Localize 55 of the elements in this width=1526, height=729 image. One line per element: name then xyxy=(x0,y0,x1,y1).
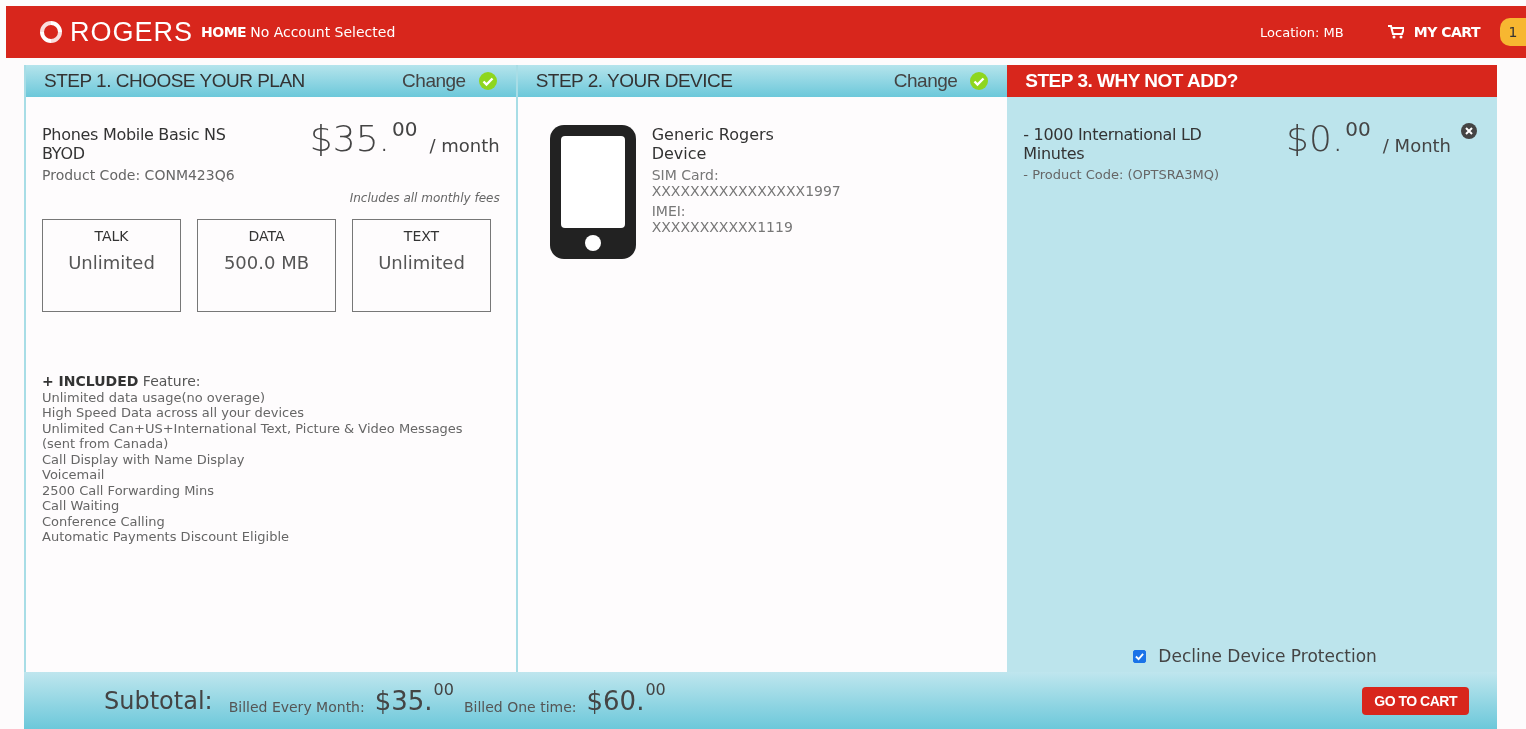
fees-note: Includes all monthly fees xyxy=(349,191,500,205)
allowance-value: Unlimited xyxy=(378,252,465,273)
price: $0. xyxy=(1286,121,1344,157)
location: Location: MB xyxy=(1260,24,1344,40)
plan-name: Phones Mobile Basic NS BYOD xyxy=(42,125,227,163)
one-time-price: $60.$^{00}$ xyxy=(586,685,666,716)
step-title: STEP 3. WHY NOT ADD? xyxy=(1025,70,1239,92)
logo-icon xyxy=(38,19,64,45)
change-link[interactable]: Change xyxy=(893,70,958,92)
feature-item: Call Waiting xyxy=(42,498,121,514)
phone-icon xyxy=(549,125,636,259)
subtotal-label: Subtotal: xyxy=(104,686,213,715)
logo-text: ROGERS xyxy=(70,16,194,48)
allowance-label: TALK xyxy=(94,228,129,244)
account-status: No Account Selected xyxy=(250,24,396,40)
imei-number: XXXXXXXXXXX1119 xyxy=(651,219,794,235)
device-name: Generic Rogers Device xyxy=(651,125,775,163)
price-period: / Month xyxy=(1382,135,1451,156)
price-cents: 00 xyxy=(392,117,418,141)
feature-item: Unlimited data usage(no overage) xyxy=(42,389,267,405)
price: $35. xyxy=(309,121,390,157)
feature-item: 2500 Call Forwarding Mins xyxy=(42,482,215,498)
cart-count-badge: 1 xyxy=(1500,18,1526,46)
price-period: / month xyxy=(429,135,500,156)
imei-label: IMEI: xyxy=(651,203,687,219)
allowance-value: Unlimited xyxy=(68,252,155,273)
step-title: STEP 1. CHOOSE YOUR PLAN xyxy=(44,70,306,92)
allowance-label: TEXT xyxy=(403,228,440,244)
step-title: STEP 2. YOUR DEVICE xyxy=(535,70,734,92)
feature-item: High Speed Data across all your devices xyxy=(42,405,306,421)
one-time-label: Billed One time: xyxy=(463,698,577,715)
cart-link[interactable]: MY CART xyxy=(1387,24,1480,40)
home-link[interactable]: HOME xyxy=(201,24,247,40)
feature-item: Unlimited Can+US+International Text, Picture & Video Messages (sent from Canada) xyxy=(42,420,464,452)
allowance-value: 500.0 MB xyxy=(223,252,310,273)
product-code: Product Code: CONM423Q6 xyxy=(42,167,236,183)
features-title: + INCLUDED Feature: xyxy=(42,374,202,390)
monthly-price: $35.$^{00}$ xyxy=(374,685,454,716)
feature-item: Conference Calling xyxy=(42,513,166,529)
feature-item: Automatic Payments Discount Eligible xyxy=(42,529,290,545)
price-cents: 00 xyxy=(1345,117,1371,141)
sim-label: SIM Card: xyxy=(651,167,720,183)
monthly-label: Billed Every Month: xyxy=(228,698,365,715)
allowance-label: DATA xyxy=(248,228,285,244)
product-code: - Product Code: (OPTSRA3MQ) xyxy=(1023,167,1220,182)
sim-number: XXXXXXXXXXXXXXXX1997 xyxy=(651,183,841,199)
checkbox-label: Decline Device Protection xyxy=(1158,646,1377,666)
go-to-cart-button[interactable]: GO TO CART xyxy=(1362,686,1469,715)
remove-icon[interactable] xyxy=(1461,123,1477,139)
addon-name: - 1000 International LD Minutes xyxy=(1023,125,1203,163)
cart-icon xyxy=(1387,25,1404,39)
feature-item: Call Display with Name Display xyxy=(42,451,246,467)
feature-item: Voicemail xyxy=(42,467,106,483)
change-link[interactable]: Change xyxy=(402,70,466,92)
checkbox[interactable] xyxy=(1133,649,1147,663)
